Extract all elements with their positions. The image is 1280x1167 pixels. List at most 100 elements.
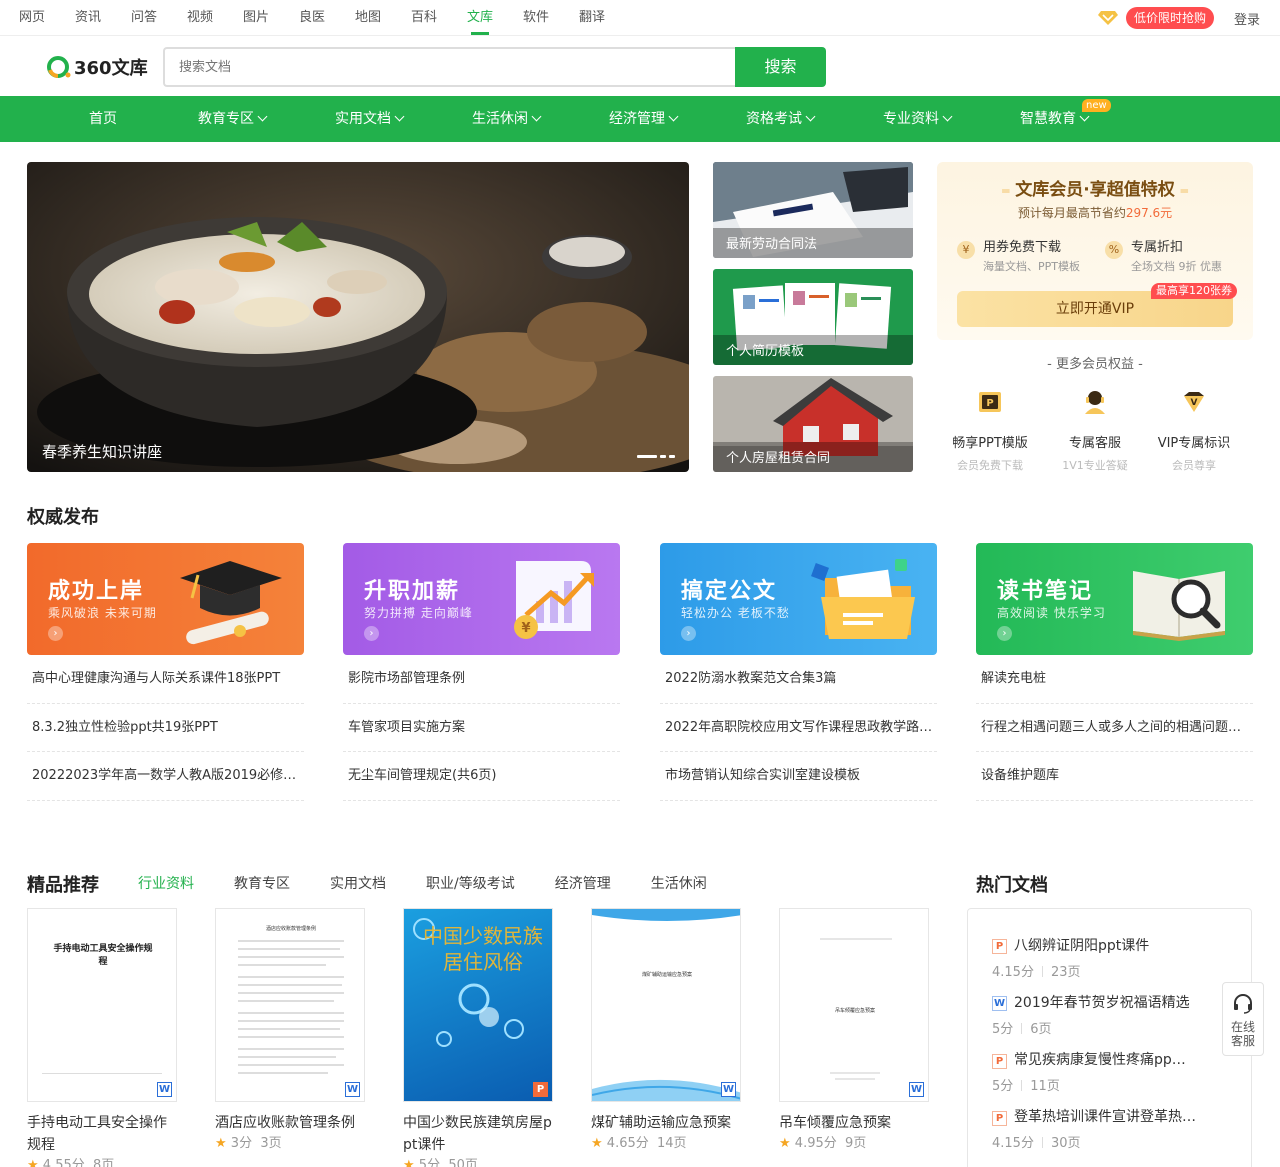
category-nav-home[interactable]: 首页 bbox=[89, 96, 117, 142]
tab-practical[interactable]: 实用文档 bbox=[330, 873, 386, 893]
search-button[interactable]: 搜索 bbox=[735, 47, 826, 87]
promo-card-success[interactable]: 成功上岸 乘风破浪 未来可期 › bbox=[27, 543, 304, 655]
hot-doc-item[interactable]: P 登革热培训课件宣讲登革热防控知识 4.15分 30页 bbox=[992, 1106, 1198, 1151]
doc-title[interactable]: 手持电动工具安全操作规程 bbox=[27, 1112, 177, 1156]
hot-doc-item[interactable]: P 常见疾病康复慢性疼痛ppt课件 5分 11页 bbox=[992, 1049, 1190, 1094]
top-nav-right: 低价限时抢购 登录 bbox=[1097, 7, 1260, 29]
star-icon: ★ bbox=[591, 1136, 603, 1151]
hot-doc-item[interactable]: P 八纲辨证阴阳ppt课件 4.15分 23页 bbox=[992, 935, 1149, 980]
carousel-dot[interactable] bbox=[660, 455, 666, 458]
thumb-caption: 个人简历模板 bbox=[726, 344, 805, 359]
doc-link[interactable]: 高中心理健康沟通与人际关系课件18张PPT bbox=[27, 655, 304, 704]
feature-thumb-rental[interactable]: 个人房屋租赁合同 bbox=[713, 376, 913, 472]
tab-economy[interactable]: 经济管理 bbox=[555, 873, 611, 893]
doc-title[interactable]: 酒店应收账款管理条例 bbox=[215, 1112, 365, 1134]
recommend-doc-card[interactable]: 手持电动工具安全操作规程 W 手持电动工具安全操作规程 ★ 4.55分 8页 bbox=[27, 908, 177, 1167]
category-nav-professional[interactable]: 专业资料 bbox=[883, 96, 953, 142]
top-nav-link-images[interactable]: 图片 bbox=[243, 0, 299, 36]
category-nav-exam[interactable]: 资格考试 bbox=[746, 96, 816, 142]
carousel-dot-active[interactable] bbox=[637, 455, 657, 458]
top-nav-link-web[interactable]: 网页 bbox=[19, 0, 75, 36]
tab-education[interactable]: 教育专区 bbox=[234, 873, 290, 893]
top-nav-link-news[interactable]: 资讯 bbox=[75, 0, 131, 36]
word-icon: W bbox=[721, 1082, 736, 1097]
category-nav-education[interactable]: 教育专区 bbox=[198, 96, 268, 142]
doc-link[interactable]: 市场营销认知综合实训室建设模板 bbox=[660, 752, 937, 801]
top-nav-link-map[interactable]: 地图 bbox=[355, 0, 411, 36]
open-vip-button[interactable]: 立即开通VIP 最高享120张券 bbox=[957, 283, 1237, 327]
doc-cover[interactable]: 手持电动工具安全操作规程 W bbox=[27, 908, 177, 1102]
category-nav-leisure[interactable]: 生活休闲 bbox=[472, 96, 542, 142]
hot-doc-item[interactable]: W 2019年春节贺岁祝福语精选 5分 6页 bbox=[992, 992, 1190, 1037]
tab-leisure[interactable]: 生活休闲 bbox=[651, 873, 707, 893]
doc-link[interactable]: 无尘车间管理规定(共6页) bbox=[343, 752, 620, 801]
service-label-line: 客服 bbox=[1230, 1034, 1255, 1048]
doc-title[interactable]: 中国少数民族建筑房屋ppt课件 bbox=[403, 1112, 553, 1156]
doc-cover[interactable]: 中国少数民族居住风俗 P bbox=[403, 908, 553, 1102]
service-label-line: 在线 bbox=[1230, 1020, 1255, 1034]
top-nav-link-translate[interactable]: 翻译 bbox=[579, 0, 635, 36]
arrow-right-icon[interactable]: › bbox=[364, 626, 379, 641]
category-nav-practical[interactable]: 实用文档 bbox=[335, 96, 405, 142]
online-service-button[interactable]: 在线 客服 bbox=[1222, 982, 1264, 1056]
recommend-doc-card[interactable]: 酒店应收账款管理条例 W 酒店应收账款管理条例 ★ 3分 3页 bbox=[215, 908, 365, 1154]
doc-link[interactable]: 2022年高职院校应用文写作课程思政教学路径探究 bbox=[660, 704, 937, 752]
promo-card-documents[interactable]: 搞定公文 轻松办公 老板不愁 › bbox=[660, 543, 937, 655]
star-icon: ★ bbox=[215, 1136, 227, 1151]
top-nav-link-doctor[interactable]: 良医 bbox=[299, 0, 355, 36]
doc-link[interactable]: 行程之相遇问题三人或多人之间的相遇问题讲解 bbox=[976, 704, 1253, 752]
top-nav-link-wenku[interactable]: 文库 bbox=[467, 0, 523, 36]
doc-link[interactable]: 车管家项目实施方案 bbox=[343, 704, 620, 752]
doc-link[interactable]: 20222023学年高一数学人教A版2019必修一第一章集合与常用逻辑用语 bbox=[27, 752, 304, 801]
tab-industry[interactable]: 行业资料 bbox=[138, 873, 194, 893]
word-icon: W bbox=[992, 996, 1007, 1011]
doc-cover[interactable]: 煤矿辅助运输应急预案 W bbox=[591, 908, 741, 1102]
carousel-dot[interactable] bbox=[669, 455, 675, 458]
category-nav-label: 实用文档 bbox=[335, 111, 391, 127]
recommend-doc-card[interactable]: 煤矿辅助运输应急预案 W 煤矿辅助运输应急预案 ★ 4.65分 14页 bbox=[591, 908, 741, 1154]
search-input[interactable] bbox=[165, 49, 737, 85]
doc-cover[interactable]: 酒店应收账款管理条例 W bbox=[215, 908, 365, 1102]
category-nav-label: 智慧教育 bbox=[1020, 111, 1076, 127]
recommend-doc-card[interactable]: 中国少数民族居住风俗 P 中国少数民族建筑房屋ppt课件 ★ 5分 50页 bbox=[403, 908, 553, 1167]
doc-link[interactable]: 设备维护题库 bbox=[976, 752, 1253, 801]
category-nav-economy[interactable]: 经济管理 bbox=[609, 96, 679, 142]
doc-link[interactable]: 8.3.2独立性检验ppt共19张PPT bbox=[27, 704, 304, 752]
doc-link[interactable]: 影院市场部管理条例 bbox=[343, 655, 620, 704]
cover-text: 煤矿辅助运输应急预案 bbox=[641, 972, 692, 978]
category-nav-smart-education[interactable]: 智慧教育 new bbox=[1020, 96, 1111, 142]
recommend-doc-card[interactable]: 吊车倾覆应急预案 W 吊车倾覆应急预案 ★ 4.95分 9页 bbox=[779, 908, 929, 1154]
site-logo[interactable]: 360文库 bbox=[46, 54, 148, 80]
benefit-ppt[interactable]: P 畅享PPT模版 会员免费下载 bbox=[940, 388, 1040, 473]
hot-doc-title[interactable]: 八纲辨证阴阳ppt课件 bbox=[1014, 938, 1149, 954]
login-link[interactable]: 登录 bbox=[1234, 9, 1260, 28]
doc-link[interactable]: 解读充电桩 bbox=[976, 655, 1253, 704]
promo-card-reading[interactable]: 读书笔记 高效阅读 快乐学习 › bbox=[976, 543, 1253, 655]
arrow-right-icon[interactable]: › bbox=[681, 626, 696, 641]
thumb-caption: 最新劳动合同法 bbox=[726, 237, 818, 252]
promo-badge[interactable]: 低价限时抢购 bbox=[1125, 7, 1214, 29]
arrow-right-icon[interactable]: › bbox=[48, 626, 63, 641]
top-nav-link-baike[interactable]: 百科 bbox=[411, 0, 467, 36]
hot-doc-title[interactable]: 2019年春节贺岁祝福语精选 bbox=[1014, 995, 1190, 1011]
vip-diamond-icon[interactable] bbox=[1097, 10, 1118, 26]
top-nav-link-video[interactable]: 视频 bbox=[187, 0, 243, 36]
doc-link[interactable]: 2022防溺水教案范文合集3篇 bbox=[660, 655, 937, 704]
feature-thumb-labor-law[interactable]: 最新劳动合同法 bbox=[713, 162, 913, 258]
promo-card-promotion[interactable]: ¥ 升职加薪 努力拼搏 走向巅峰 › bbox=[343, 543, 620, 655]
doc-score: 5分 bbox=[418, 1158, 441, 1167]
top-nav-link-qa[interactable]: 问答 bbox=[131, 0, 187, 36]
hot-doc-title[interactable]: 登革热培训课件宣讲登革热防控知识 bbox=[1014, 1106, 1198, 1126]
tab-exam[interactable]: 职业/等级考试 bbox=[426, 873, 515, 893]
word-icon: W bbox=[157, 1082, 172, 1097]
doc-title[interactable]: 煤矿辅助运输应急预案 bbox=[591, 1112, 741, 1134]
hot-doc-title[interactable]: 常见疾病康复慢性疼痛ppt课件 bbox=[1014, 1049, 1190, 1069]
banner-carousel[interactable]: 春季养生知识讲座 bbox=[27, 162, 689, 472]
benefit-service[interactable]: 专属客服 1V1专业答疑 bbox=[1045, 388, 1145, 473]
doc-cover[interactable]: 吊车倾覆应急预案 W bbox=[779, 908, 929, 1102]
arrow-right-icon[interactable]: › bbox=[997, 626, 1012, 641]
feature-thumb-resume[interactable]: 个人简历模板 bbox=[713, 269, 913, 365]
doc-title[interactable]: 吊车倾覆应急预案 bbox=[779, 1112, 929, 1134]
top-nav-link-software[interactable]: 软件 bbox=[523, 0, 579, 36]
benefit-vip-badge[interactable]: V VIP专属标识 会员尊享 bbox=[1144, 388, 1244, 473]
